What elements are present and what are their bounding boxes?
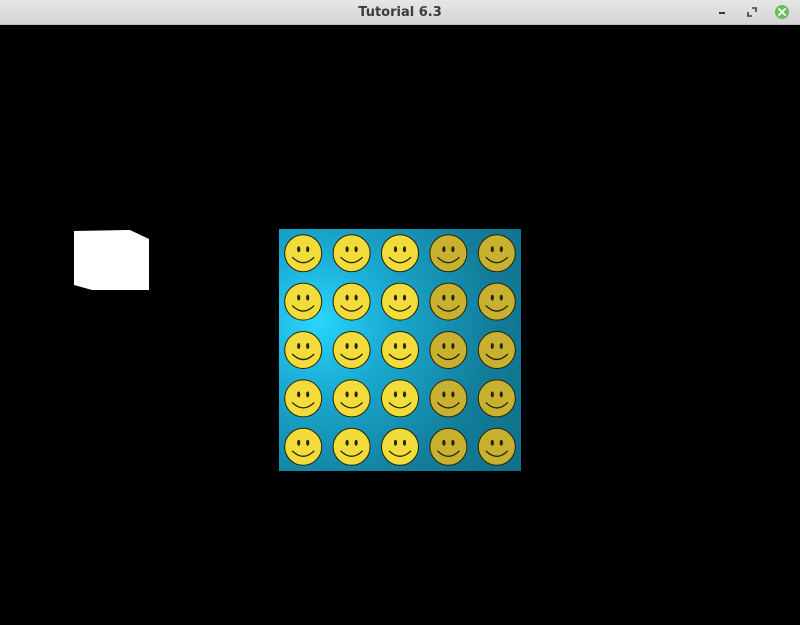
textured-quad <box>279 229 521 471</box>
window-title: Tutorial 6.3 <box>358 5 442 20</box>
smiley-face-icon <box>381 379 419 418</box>
maximize-icon <box>747 7 757 17</box>
smiley-face-icon <box>332 427 371 466</box>
smiley-face-icon <box>477 379 516 418</box>
smiley-face-icon <box>477 331 516 369</box>
smiley-face-icon <box>284 282 323 321</box>
minimize-button[interactable] <box>712 3 732 21</box>
smiley-face-icon <box>332 234 371 273</box>
smiley-face-icon <box>381 427 419 466</box>
render-viewport[interactable] <box>0 25 800 625</box>
smiley-face-icon <box>332 282 371 321</box>
smiley-face-icon <box>284 427 323 466</box>
smiley-face-icon <box>429 379 468 418</box>
smiley-face-icon <box>429 282 468 321</box>
close-button[interactable] <box>772 3 792 21</box>
smiley-face-icon <box>284 234 323 273</box>
smiley-face-icon <box>381 234 419 273</box>
smiley-face-icon <box>477 427 516 466</box>
smiley-face-icon <box>477 282 516 321</box>
close-icon <box>775 5 789 19</box>
smiley-face-icon <box>429 427 468 466</box>
smiley-face-icon <box>477 234 516 273</box>
smiley-face-icon <box>284 331 323 369</box>
window-controls <box>712 3 792 21</box>
smiley-face-icon <box>332 331 371 369</box>
smiley-face-icon <box>429 234 468 273</box>
maximize-button[interactable] <box>742 3 762 21</box>
smiley-face-icon <box>381 282 419 321</box>
smiley-face-icon <box>284 379 323 418</box>
smiley-face-icon <box>429 331 468 369</box>
smiley-face-icon <box>381 331 419 369</box>
minimize-icon <box>719 12 725 14</box>
app-window: Tutorial 6.3 <box>0 0 800 625</box>
smiley-grid <box>284 234 516 466</box>
white-cube <box>74 230 149 290</box>
smiley-face-icon <box>332 379 371 418</box>
title-bar[interactable]: Tutorial 6.3 <box>0 0 800 25</box>
